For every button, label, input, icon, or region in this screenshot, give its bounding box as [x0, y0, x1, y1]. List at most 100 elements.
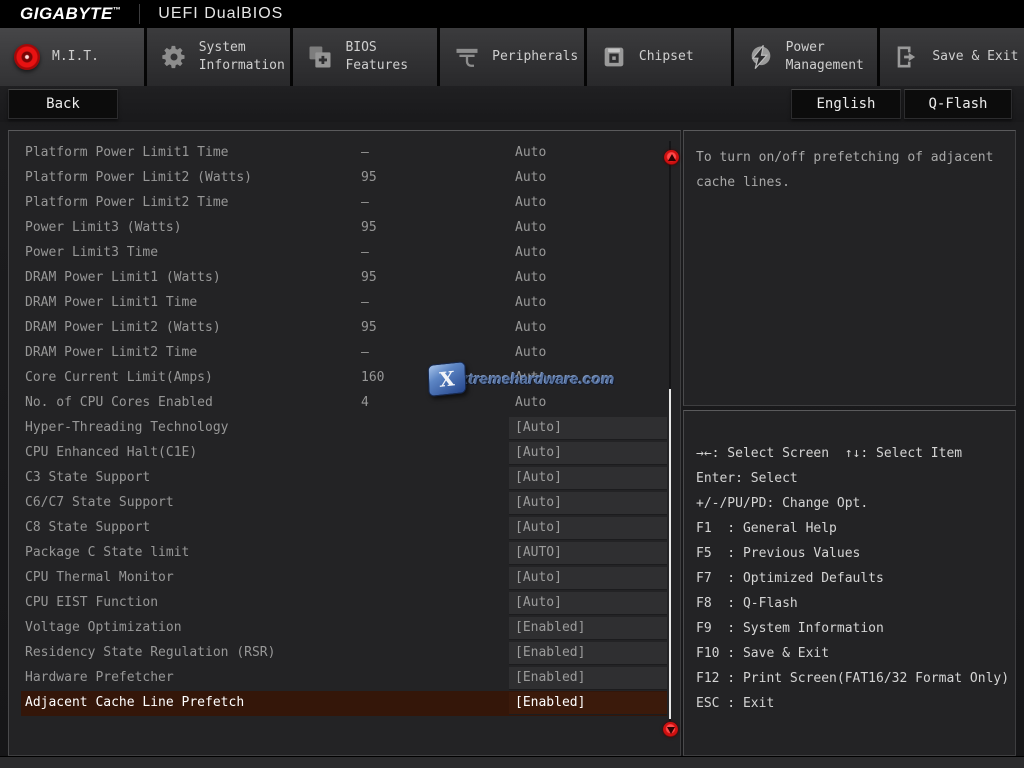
setting-value-mid: 95: [361, 170, 377, 185]
bottom-strip: [0, 756, 1024, 768]
settings-row[interactable]: Residency State Regulation (RSR) [Enable…: [21, 641, 667, 666]
settings-row[interactable]: CPU EIST Function [Auto]: [21, 591, 667, 616]
shortcut-line: Enter: Select: [696, 466, 1015, 491]
settings-row[interactable]: DRAM Power Limit1 (Watts) 95 Auto: [21, 266, 667, 291]
scroll-down-icon[interactable]: [663, 722, 678, 737]
setting-value-boxed: [Auto]: [509, 442, 667, 465]
setting-value-boxed: [Auto]: [509, 517, 667, 540]
brand-trademark: ™: [113, 5, 122, 14]
shortcuts-list: →←: Select Screen ↑↓: Select Item Enter:…: [696, 441, 1015, 716]
setting-value-mid: 95: [361, 270, 377, 285]
tab-label: Power Management: [786, 39, 878, 74]
watermark-text: xtremehardware.com: [460, 371, 615, 388]
settings-list: Platform Power Limit1 Time – Auto Platfo…: [21, 141, 667, 716]
setting-value-mid: –: [361, 245, 369, 260]
settings-row[interactable]: DRAM Power Limit1 Time – Auto: [21, 291, 667, 316]
setting-label: C6/C7 State Support: [25, 495, 174, 510]
tab-power-management[interactable]: Power Management: [734, 28, 878, 86]
setting-label: Voltage Optimization: [25, 620, 182, 635]
title-bar: GIGABYTE™ UEFI DualBIOS: [0, 0, 1024, 28]
setting-value-mid: –: [361, 345, 369, 360]
setting-value-boxed: [Auto]: [509, 567, 667, 590]
setting-value-auto: Auto: [515, 145, 546, 160]
tab-label: Peripherals: [492, 48, 578, 66]
bios-title: UEFI DualBIOS: [158, 5, 283, 23]
scroll-up-icon[interactable]: [664, 150, 679, 165]
chipset-icon: [599, 42, 629, 72]
setting-label: Package C State limit: [25, 545, 189, 560]
setting-value-boxed: [Enabled]: [509, 692, 667, 715]
tab-bar: M.I.T. System Information BIOS Features …: [0, 28, 1024, 86]
settings-row[interactable]: Hardware Prefetcher [Enabled]: [21, 666, 667, 691]
shortcuts-panel: →←: Select Screen ↑↓: Select Item Enter:…: [683, 410, 1016, 756]
setting-value-boxed: [Enabled]: [509, 642, 667, 665]
settings-row[interactable]: Platform Power Limit1 Time – Auto: [21, 141, 667, 166]
setting-label: CPU EIST Function: [25, 595, 158, 610]
tab-system-information[interactable]: System Information: [147, 28, 291, 86]
setting-label: DRAM Power Limit1 Time: [25, 295, 197, 310]
setting-value-mid: –: [361, 195, 369, 210]
setting-value-mid: 95: [361, 220, 377, 235]
peripherals-icon: [452, 42, 482, 72]
scrollbar[interactable]: [669, 141, 671, 721]
tab-bios-features[interactable]: BIOS Features: [293, 28, 437, 86]
setting-label: Platform Power Limit1 Time: [25, 145, 229, 160]
setting-label: Platform Power Limit2 Time: [25, 195, 229, 210]
setting-label: Core Current Limit(Amps): [25, 370, 213, 385]
setting-label: DRAM Power Limit2 (Watts): [25, 320, 221, 335]
setting-label: Power Limit3 Time: [25, 245, 158, 260]
settings-row[interactable]: Adjacent Cache Line Prefetch [Enabled]: [21, 691, 667, 716]
settings-row[interactable]: Power Limit3 Time – Auto: [21, 241, 667, 266]
settings-row[interactable]: CPU Enhanced Halt(C1E) [Auto]: [21, 441, 667, 466]
settings-row[interactable]: Platform Power Limit2 Time – Auto: [21, 191, 667, 216]
settings-row[interactable]: CPU Thermal Monitor [Auto]: [21, 566, 667, 591]
tab-peripherals[interactable]: Peripherals: [440, 28, 584, 86]
settings-row[interactable]: Hyper-Threading Technology [Auto]: [21, 416, 667, 441]
gear-icon: [159, 42, 189, 72]
gigabyte-logo: GIGABYTE™: [0, 4, 121, 24]
setting-value-mid: 95: [361, 320, 377, 335]
back-button[interactable]: Back: [8, 89, 118, 119]
tab-label: Chipset: [639, 48, 694, 66]
settings-row[interactable]: C8 State Support [Auto]: [21, 516, 667, 541]
settings-row[interactable]: Package C State limit [AUTO]: [21, 541, 667, 566]
settings-row[interactable]: Voltage Optimization [Enabled]: [21, 616, 667, 641]
language-button[interactable]: English: [791, 89, 901, 119]
setting-value-boxed: [Auto]: [509, 592, 667, 615]
settings-row[interactable]: DRAM Power Limit2 (Watts) 95 Auto: [21, 316, 667, 341]
sub-toolbar: Back English Q-Flash: [0, 86, 1024, 122]
shortcut-line: F1 : General Help: [696, 516, 1015, 541]
setting-label: No. of CPU Cores Enabled: [25, 395, 213, 410]
tab-chipset[interactable]: Chipset: [587, 28, 731, 86]
settings-row[interactable]: Power Limit3 (Watts) 95 Auto: [21, 216, 667, 241]
titlebar-divider: [139, 4, 140, 24]
shortcut-line: F7 : Optimized Defaults: [696, 566, 1015, 591]
bios-screen: GIGABYTE™ UEFI DualBIOS M.I.T. System In…: [0, 0, 1024, 768]
settings-panel: Platform Power Limit1 Time – Auto Platfo…: [8, 130, 681, 756]
exit-door-icon: [892, 42, 922, 72]
qflash-button[interactable]: Q-Flash: [904, 89, 1012, 119]
watermark-x-icon: X: [428, 361, 467, 397]
brand-text: GIGABYTE: [20, 4, 113, 23]
tab-save-exit[interactable]: Save & Exit: [880, 28, 1024, 86]
setting-value-auto: Auto: [515, 245, 546, 260]
scrollbar-thumb[interactable]: [669, 389, 671, 719]
setting-value-auto: Auto: [515, 295, 546, 310]
settings-row[interactable]: C6/C7 State Support [Auto]: [21, 491, 667, 516]
lightning-icon: [746, 42, 776, 72]
tab-mit[interactable]: M.I.T.: [0, 28, 144, 86]
setting-value-boxed: [Enabled]: [509, 617, 667, 640]
setting-value-boxed: [Auto]: [509, 417, 667, 440]
settings-row[interactable]: C3 State Support [Auto]: [21, 466, 667, 491]
setting-value-auto: Auto: [515, 320, 546, 335]
shortcut-line: F10 : Save & Exit: [696, 641, 1015, 666]
setting-label: C8 State Support: [25, 520, 150, 535]
setting-label: DRAM Power Limit1 (Watts): [25, 270, 221, 285]
mit-red-dot-icon: [12, 42, 42, 72]
settings-row[interactable]: Platform Power Limit2 (Watts) 95 Auto: [21, 166, 667, 191]
setting-value-auto: Auto: [515, 395, 546, 410]
setting-label: Residency State Regulation (RSR): [25, 645, 275, 660]
setting-label: Hardware Prefetcher: [25, 670, 174, 685]
setting-value-boxed: [Auto]: [509, 492, 667, 515]
setting-value-boxed: [AUTO]: [509, 542, 667, 565]
